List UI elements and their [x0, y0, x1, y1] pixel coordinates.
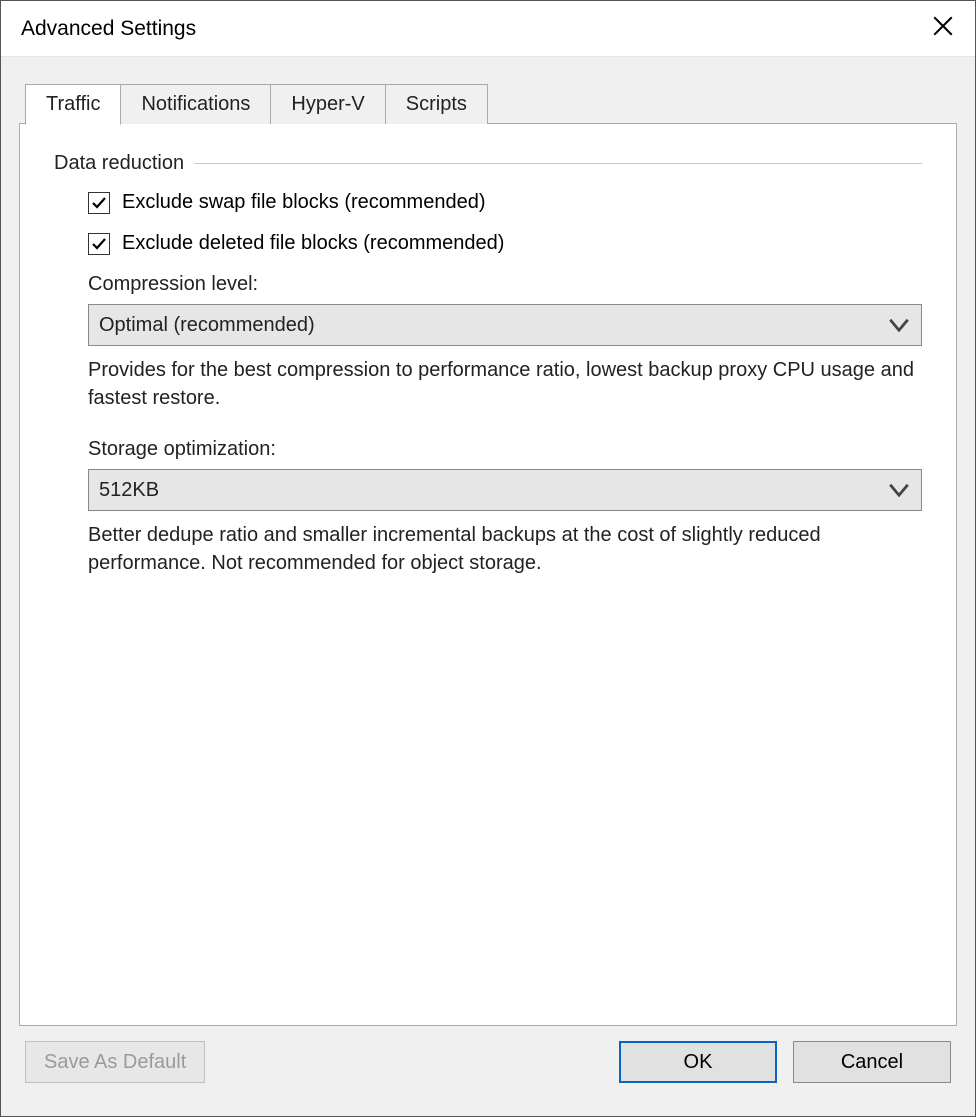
checkbox-exclude-deleted[interactable]: Exclude deleted file blocks (recommended…	[88, 232, 922, 255]
chevron-down-icon	[885, 311, 913, 339]
checkbox-label: Exclude swap file blocks (recommended)	[122, 191, 486, 214]
checkbox-exclude-swap[interactable]: Exclude swap file blocks (recommended)	[88, 191, 922, 214]
storage-label: Storage optimization:	[88, 438, 922, 461]
compression-description: Provides for the best compression to per…	[88, 356, 922, 412]
tab-label: Hyper-V	[291, 93, 364, 115]
tab-label: Traffic	[46, 93, 100, 115]
button-label: Cancel	[841, 1051, 903, 1074]
tabstrip: Traffic Notifications Hyper-V Scripts	[19, 83, 957, 124]
compression-label: Compression level:	[88, 273, 922, 296]
ok-button[interactable]: OK	[619, 1041, 777, 1083]
chevron-down-icon	[885, 476, 913, 504]
close-icon	[933, 16, 953, 42]
cancel-button[interactable]: Cancel	[793, 1041, 951, 1083]
button-label: OK	[684, 1051, 713, 1074]
window-title: Advanced Settings	[21, 17, 911, 41]
checkmark-icon	[91, 236, 107, 252]
tab-scripts[interactable]: Scripts	[385, 84, 488, 124]
dialog-window: Advanced Settings Traffic Notifications …	[0, 0, 976, 1117]
group-data-reduction: Data reduction Exclude swap file blocks …	[54, 152, 922, 577]
group-header: Data reduction	[54, 152, 922, 175]
client-area: Traffic Notifications Hyper-V Scripts Da…	[1, 57, 975, 1116]
titlebar: Advanced Settings	[1, 1, 975, 57]
storage-select[interactable]: 512KB	[88, 469, 922, 511]
checkbox-label: Exclude deleted file blocks (recommended…	[122, 232, 504, 255]
tab-label: Scripts	[406, 93, 467, 115]
tab-notifications[interactable]: Notifications	[120, 84, 271, 124]
field-storage-optimization: Storage optimization: 512KB Better dedup…	[88, 438, 922, 577]
group-divider	[194, 163, 922, 164]
storage-description: Better dedupe ratio and smaller incremen…	[88, 521, 922, 577]
checkbox-box	[88, 192, 110, 214]
field-compression: Compression level: Optimal (recommended)…	[88, 273, 922, 412]
select-value: 512KB	[99, 479, 885, 502]
tab-traffic[interactable]: Traffic	[25, 84, 121, 125]
close-button[interactable]	[911, 1, 975, 57]
save-as-default-button: Save As Default	[25, 1041, 205, 1083]
checkmark-icon	[91, 195, 107, 211]
select-value: Optimal (recommended)	[99, 314, 885, 337]
tab-label: Notifications	[141, 93, 250, 115]
button-label: Save As Default	[44, 1051, 186, 1074]
group-title: Data reduction	[54, 152, 184, 175]
dialog-footer: Save As Default OK Cancel	[19, 1026, 957, 1098]
tab-panel-traffic: Data reduction Exclude swap file blocks …	[19, 123, 957, 1026]
checkbox-box	[88, 233, 110, 255]
tab-hyper-v[interactable]: Hyper-V	[270, 84, 385, 124]
compression-select[interactable]: Optimal (recommended)	[88, 304, 922, 346]
